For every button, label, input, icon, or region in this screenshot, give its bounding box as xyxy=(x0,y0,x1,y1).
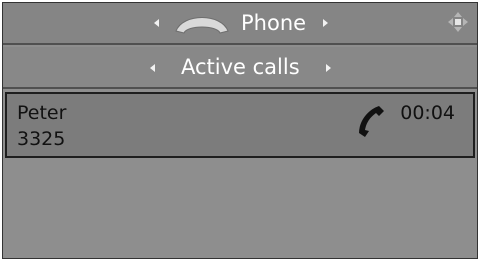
arrow-left-icon[interactable] xyxy=(154,19,159,27)
call-duration: 00:04 xyxy=(400,102,455,124)
phone-handset-icon xyxy=(173,11,231,35)
phone-menu-bar[interactable]: Phone xyxy=(3,3,477,45)
phone-in-call-icon xyxy=(357,104,385,138)
submenu-title: Active calls xyxy=(181,55,300,79)
active-call-row[interactable]: Peter 3325 00:04 xyxy=(5,92,475,158)
menu-title: Phone xyxy=(241,11,307,35)
caller-name: Peter xyxy=(17,102,67,124)
joystick-navigation-icon xyxy=(445,9,471,35)
arrow-right-icon[interactable] xyxy=(326,64,331,72)
submenu-bar[interactable]: Active calls xyxy=(3,47,477,89)
phone-screen: Phone Active calls Peter 3325 00:04 xyxy=(2,2,478,259)
caller-number: 3325 xyxy=(17,128,66,150)
arrow-right-icon[interactable] xyxy=(323,19,328,27)
arrow-left-icon[interactable] xyxy=(150,64,155,72)
